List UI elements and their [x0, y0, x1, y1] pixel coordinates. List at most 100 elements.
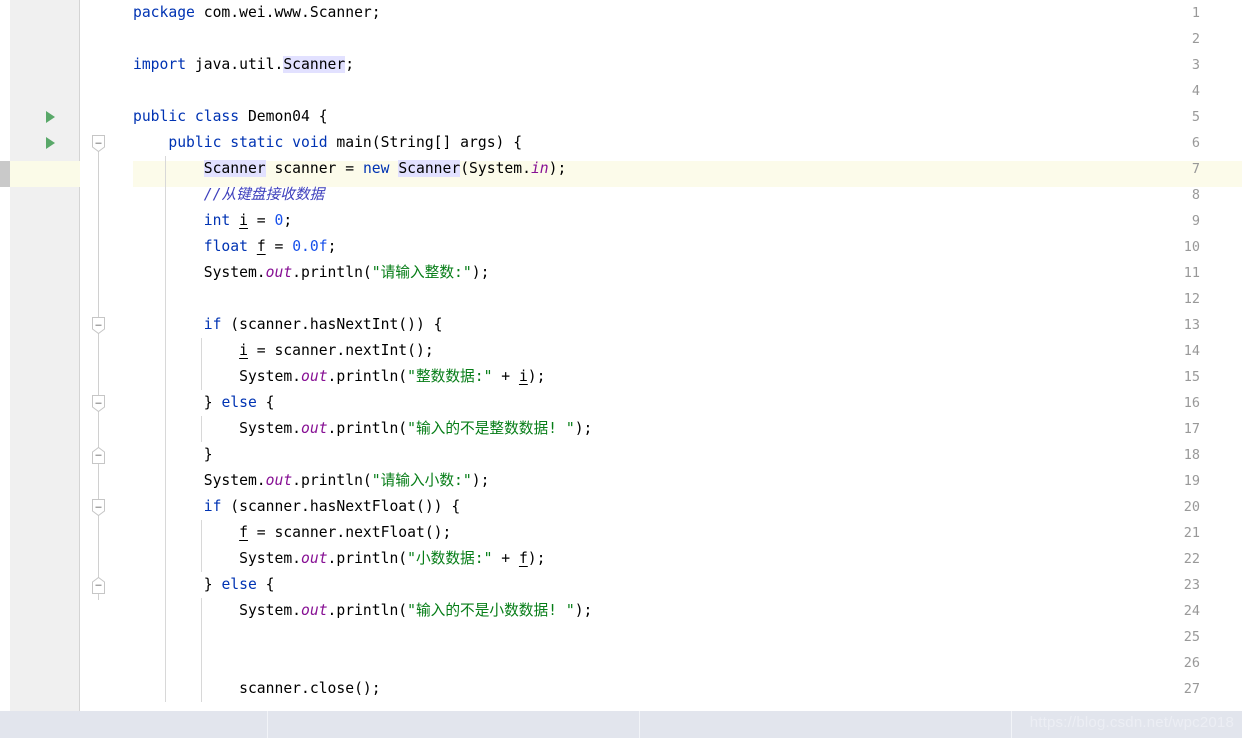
- code-line[interactable]: scanner.close();: [0, 676, 1242, 702]
- code-line[interactable]: float f = 0.0f;: [0, 234, 1242, 260]
- code-line[interactable]: public static void main(String[] args) {: [0, 130, 1242, 156]
- code-text: public static void main(String[] args) {: [133, 130, 522, 156]
- status-bar[interactable]: https://blog.csdn.net/wpc2018: [0, 711, 1242, 738]
- code-token: "请输入小数:": [371, 472, 472, 489]
- code-token: com.wei.www.Scanner;: [203, 4, 381, 21]
- status-bar-segment[interactable]: [0, 711, 268, 738]
- code-line[interactable]: System.out.println("输入的不是整数数据! ");: [0, 416, 1242, 442]
- code-token: );: [471, 264, 490, 281]
- code-text: if (scanner.hasNextFloat()) {: [133, 494, 460, 520]
- code-text: }: [133, 442, 213, 468]
- code-line[interactable]: System.out.println("请输入小数:");: [0, 468, 1242, 494]
- code-token: );: [574, 602, 593, 619]
- gutter-row: 2: [0, 26, 1242, 52]
- code-line[interactable]: package com.wei.www.Scanner;: [0, 0, 1242, 26]
- code-token: Scanner: [203, 160, 266, 177]
- code-line[interactable]: System.out.println("小数数据:" + f);: [0, 546, 1242, 572]
- code-token: = scanner.nextInt();: [247, 342, 434, 359]
- code-text: //从键盘接收数据: [133, 182, 325, 208]
- code-editor[interactable]: 1 package com.wei.www.Scanner; 2 3 import ja…: [0, 0, 1242, 711]
- code-token: =: [265, 238, 293, 255]
- code-token: System.: [133, 602, 302, 619]
- code-line[interactable]: f = scanner.nextFloat();: [0, 520, 1242, 546]
- gutter-row: 26: [0, 650, 1242, 676]
- code-token: );: [527, 550, 546, 567]
- code-text: System.out.println("小数数据:" + f);: [133, 546, 545, 572]
- code-token: =: [247, 212, 275, 229]
- code-token: if: [203, 498, 231, 515]
- code-line[interactable]: //从键盘接收数据: [0, 182, 1242, 208]
- code-line[interactable]: if (scanner.hasNextFloat()) {: [0, 494, 1242, 520]
- code-token: "请输入整数:": [371, 264, 472, 281]
- code-line[interactable]: } else {: [0, 572, 1242, 598]
- code-token: .println(: [327, 368, 408, 385]
- line-number: 4: [1191, 83, 1200, 99]
- line-number: 26: [1183, 655, 1200, 671]
- code-text: int i = 0;: [133, 208, 292, 234]
- code-token: .println(: [327, 602, 408, 619]
- code-token: out: [301, 602, 328, 619]
- code-token: System.: [133, 368, 302, 385]
- code-token: );: [574, 420, 593, 437]
- code-line[interactable]: Scanner scanner = new Scanner(System.in)…: [0, 156, 1242, 182]
- status-bar-segment[interactable]: [640, 711, 1012, 738]
- code-token: = scanner.nextFloat();: [247, 524, 452, 541]
- code-token: Scanner: [283, 56, 346, 73]
- code-text: import java.util.Scanner;: [133, 52, 354, 78]
- code-text: System.out.println("输入的不是整数数据! ");: [133, 416, 592, 442]
- code-text: f = scanner.nextFloat();: [133, 520, 451, 546]
- code-token: (scanner.hasNextFloat()) {: [230, 498, 461, 515]
- code-line[interactable]: } else {: [0, 390, 1242, 416]
- code-line[interactable]: if (scanner.hasNextInt()) {: [0, 312, 1242, 338]
- code-token: }: [133, 576, 222, 593]
- line-number: 25: [1183, 629, 1200, 645]
- code-line[interactable]: i = scanner.nextInt();: [0, 338, 1242, 364]
- code-token: .println(: [292, 472, 372, 489]
- code-text: public class Demon04 {: [133, 104, 328, 130]
- code-token: out: [301, 368, 328, 385]
- code-token: f: [256, 238, 266, 255]
- code-token: import: [133, 56, 195, 73]
- code-line[interactable]: System.out.println("请输入整数:");: [0, 260, 1242, 286]
- code-token: (scanner.hasNextInt()) {: [230, 316, 443, 333]
- line-number: 12: [1183, 291, 1200, 307]
- code-token: Scanner: [398, 160, 461, 177]
- code-text: } else {: [133, 572, 275, 598]
- code-token: out: [301, 550, 328, 567]
- code-token: .println(: [327, 420, 408, 437]
- code-line[interactable]: import java.util.Scanner;: [0, 52, 1242, 78]
- code-text: i = scanner.nextInt();: [133, 338, 434, 364]
- gutter-row: 12: [0, 286, 1242, 312]
- code-token: i: [518, 368, 528, 385]
- code-token: System.: [133, 420, 302, 437]
- code-token: i: [239, 342, 248, 359]
- code-text: if (scanner.hasNextInt()) {: [133, 312, 443, 338]
- code-token: scanner =: [265, 160, 363, 177]
- code-token: {: [265, 576, 275, 593]
- code-line[interactable]: System.out.println("输入的不是小数数据! ");: [0, 598, 1242, 624]
- code-token: new: [362, 160, 399, 177]
- code-token: int: [203, 212, 240, 229]
- ide-window: 1 package com.wei.www.Scanner; 2 3 import ja…: [0, 0, 1242, 738]
- code-token: "输入的不是整数数据! ": [407, 420, 575, 437]
- code-token: }: [133, 394, 222, 411]
- code-token: public class: [133, 108, 248, 125]
- code-token: ;: [327, 238, 337, 255]
- code-text: scanner.close();: [133, 676, 380, 702]
- code-token: f: [239, 524, 248, 541]
- code-text: } else {: [133, 390, 275, 416]
- status-bar-segment[interactable]: [268, 711, 640, 738]
- code-line[interactable]: int i = 0;: [0, 208, 1242, 234]
- code-token: "整数数据:": [407, 368, 493, 385]
- code-line[interactable]: }: [0, 442, 1242, 468]
- code-token: public static void: [168, 134, 337, 151]
- code-line[interactable]: System.out.println("整数数据:" + i);: [0, 364, 1242, 390]
- code-line[interactable]: public class Demon04 {: [0, 104, 1242, 130]
- line-number: 2: [1191, 31, 1200, 47]
